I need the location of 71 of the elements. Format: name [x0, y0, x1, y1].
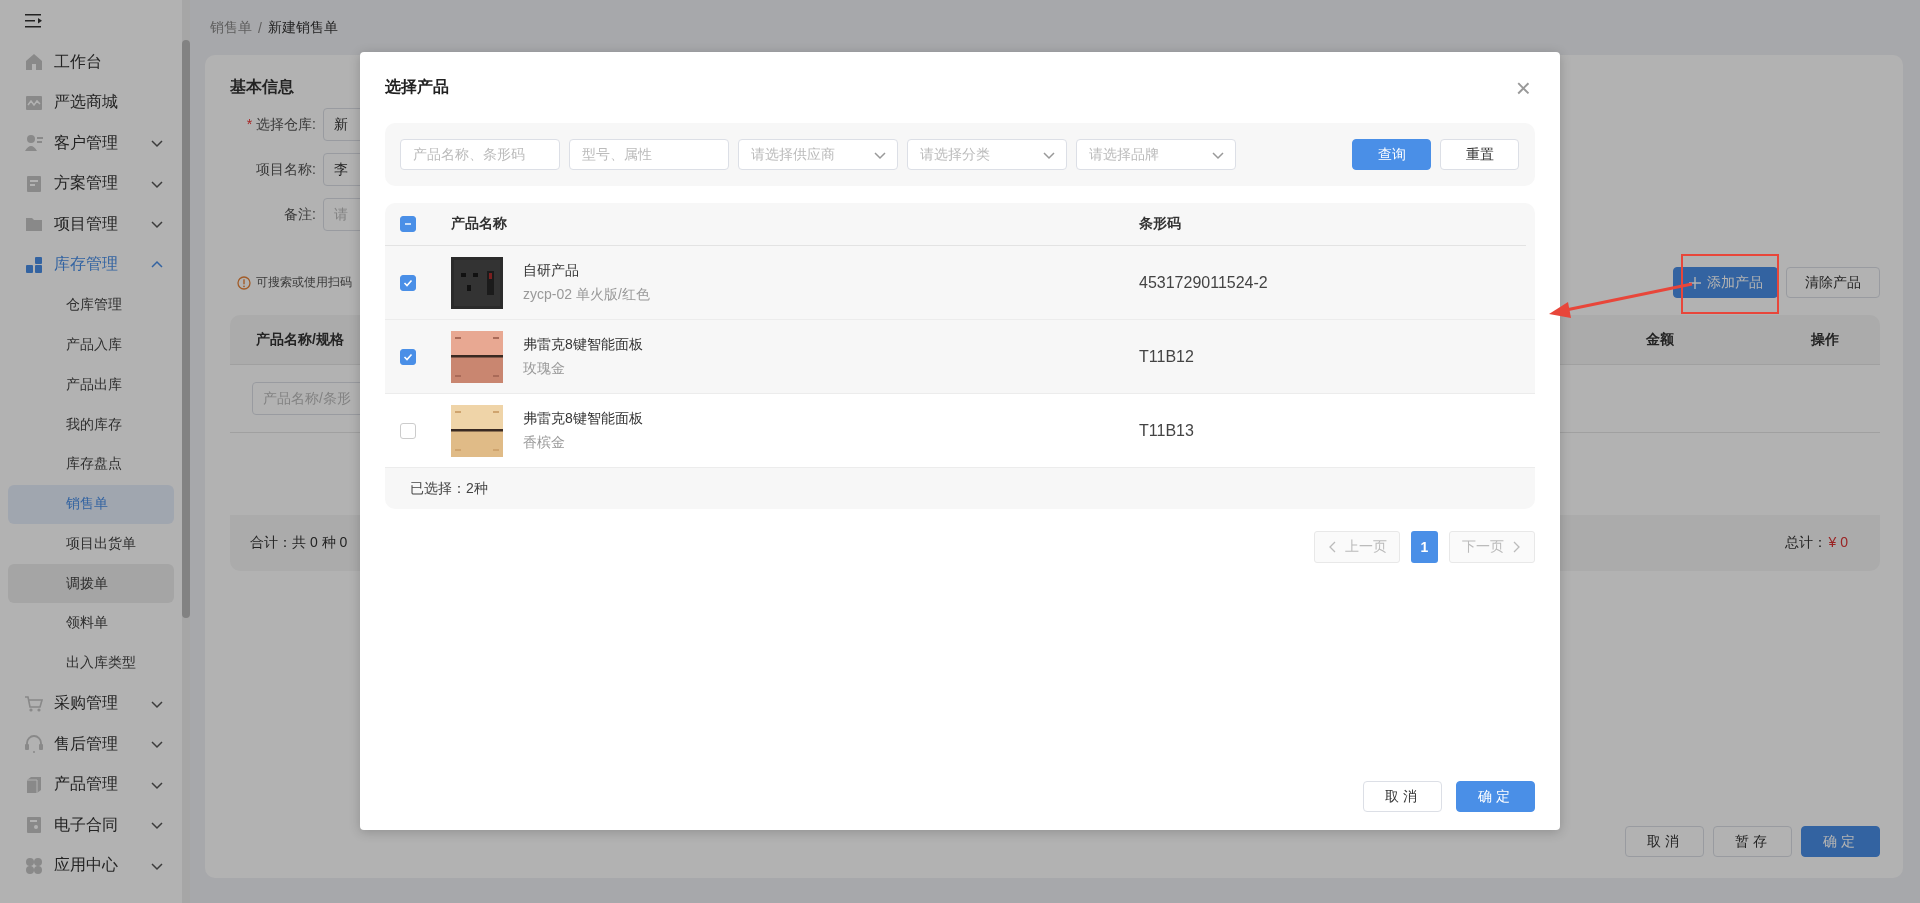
select-all-checkbox[interactable] — [400, 216, 416, 232]
breadcrumb-current: 新建销售单 — [267, 18, 338, 37]
barcode-text: T11B13 — [1139, 421, 1194, 439]
breadcrumb-separator: / — [258, 19, 262, 36]
folder-icon — [25, 215, 43, 234]
summary-text: 合计：共 0 种 0 — [250, 534, 348, 552]
sidebar-item[interactable]: 工作台 — [0, 42, 182, 83]
sidebar-item[interactable]: 电子合同 — [0, 804, 182, 846]
sidebar-subitem[interactable]: 出入库类型 — [8, 643, 174, 683]
menu-icon — [25, 12, 43, 30]
section-title: 基本信息 — [230, 77, 294, 97]
field-label: 备注: — [283, 205, 317, 224]
clear-products-button[interactable]: 清除产品 — [1786, 267, 1880, 298]
check-icon — [403, 277, 413, 288]
box-icon — [25, 775, 43, 794]
sidebar-subitem[interactable]: 仓库管理 — [8, 285, 174, 325]
total-label: 总计： — [1784, 534, 1827, 552]
plus-icon — [1688, 275, 1702, 290]
sidebar-subitem[interactable]: 项目出货单 — [8, 524, 174, 564]
sidebar-subitem[interactable]: 库存盘点 — [8, 444, 174, 484]
dialog-title: 选择产品 — [385, 77, 449, 97]
headset-icon — [25, 735, 43, 753]
action-button[interactable]: 取消 — [1625, 826, 1704, 857]
sidebar-subitem[interactable]: 产品出库 — [8, 365, 174, 405]
person-card-icon — [25, 134, 43, 153]
reset-button[interactable]: 重置 — [1440, 139, 1519, 170]
column-header: 操作 — [1811, 330, 1839, 347]
apps-icon — [25, 856, 43, 875]
sidebar-subitem[interactable]: 我的库存 — [8, 405, 174, 444]
field-label: * 选择仓库: — [245, 115, 317, 134]
sidebar-item[interactable]: 方案管理 — [0, 163, 182, 204]
cart-icon — [25, 694, 43, 713]
sidebar-subitem[interactable]: 产品入库 — [8, 325, 174, 365]
checkbox[interactable] — [400, 274, 416, 291]
sidebar-item[interactable]: 客户管理 — [0, 123, 182, 164]
column-header: 条形码 — [1139, 215, 1181, 231]
document-icon — [25, 174, 43, 193]
field-label: 项目名称: — [255, 160, 317, 179]
sidebar-subitem[interactable]: 调拨单 — [8, 564, 174, 603]
notice-text: 可搜索或使用扫码 — [256, 274, 352, 291]
scrollbar[interactable] — [182, 40, 190, 618]
contract-icon — [25, 816, 43, 834]
action-button[interactable]: 暂存 — [1713, 826, 1792, 857]
column-header: 产品名称/规格 — [256, 330, 344, 347]
sidebar-item[interactable]: 项目管理 — [0, 204, 182, 245]
total-value: ¥ 0 — [1828, 534, 1848, 552]
sidebar-item[interactable]: 采购管理 — [0, 683, 182, 724]
product-name: 自研产品 — [523, 261, 580, 280]
selection-count: 已选择：2种 — [410, 479, 488, 498]
product-name: 弗雷克8键智能面板 — [523, 335, 643, 354]
sidebar-item[interactable]: 产品管理 — [0, 764, 182, 805]
barcode-text: T11B12 — [1139, 347, 1194, 365]
checkbox[interactable] — [400, 348, 416, 365]
sidebar-item[interactable]: 售后管理 — [0, 723, 182, 765]
sidebar-item[interactable]: 严选商城 — [0, 82, 182, 123]
checkbox[interactable] — [400, 422, 416, 439]
cancel-button[interactable]: 取消 — [1363, 781, 1442, 812]
product-name: 弗雷克8键智能面板 — [523, 409, 643, 428]
check-icon — [403, 351, 413, 362]
chart-icon — [25, 93, 43, 112]
product-spec: 玫瑰金 — [523, 359, 566, 378]
product-spec: zycp-02 单火版/红色 — [523, 285, 650, 304]
sidebar-subitem[interactable]: 领料单 — [8, 603, 174, 643]
column-header: 产品名称 — [451, 215, 507, 233]
home-icon — [25, 53, 43, 72]
warning-icon — [237, 275, 251, 290]
column-header: 金额 — [1646, 330, 1674, 347]
barcode-text: 4531729011524-2 — [1139, 273, 1268, 291]
sidebar-item[interactable]: 应用中心 — [0, 845, 182, 886]
blocks-icon — [25, 255, 43, 274]
product-spec: 香槟金 — [523, 433, 566, 452]
